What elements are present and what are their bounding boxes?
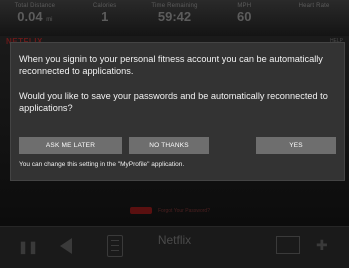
dialog-message: When you signin to your personal fitness…: [19, 54, 323, 76]
stat-heart-rate: Heart Rate: [279, 0, 349, 36]
bottom-bar-title: Netflix: [157, 233, 192, 247]
yes-button[interactable]: YES: [256, 137, 336, 154]
stat-mph: MPH 60: [209, 0, 279, 36]
stat-label: Heart Rate: [298, 3, 330, 9]
stat-distance: Total Distance 0.04 mi: [0, 0, 70, 36]
stat-value: 59:42: [157, 9, 192, 24]
workout-stats-bar: Total Distance 0.04 mi Calories 1 Time R…: [0, 0, 349, 36]
stat-unit: mi: [46, 17, 53, 23]
dialog-question: Would you like to save your passwords an…: [19, 91, 328, 113]
stat-value: 1: [101, 9, 109, 24]
stat-time-remaining: Time Remaining 59:42: [140, 0, 210, 36]
autologin-dialog: When you signin to your personal fitness…: [10, 42, 345, 181]
signin-button[interactable]: [130, 207, 152, 214]
stat-value: 0.04: [17, 9, 43, 24]
stat-value: 60: [237, 9, 252, 24]
stat-calories: Calories 1: [70, 0, 140, 36]
ask-me-later-button[interactable]: ASK ME LATER: [19, 137, 122, 154]
no-thanks-button[interactable]: NO THANKS: [129, 137, 209, 154]
console-screen: Total Distance 0.04 mi Calories 1 Time R…: [0, 0, 349, 268]
dialog-note: You can change this setting in the "MyPr…: [19, 161, 185, 168]
forgot-password-link[interactable]: Forgot Your Password?: [158, 208, 210, 214]
forgot-password: Forgot Your Password?: [130, 207, 210, 214]
